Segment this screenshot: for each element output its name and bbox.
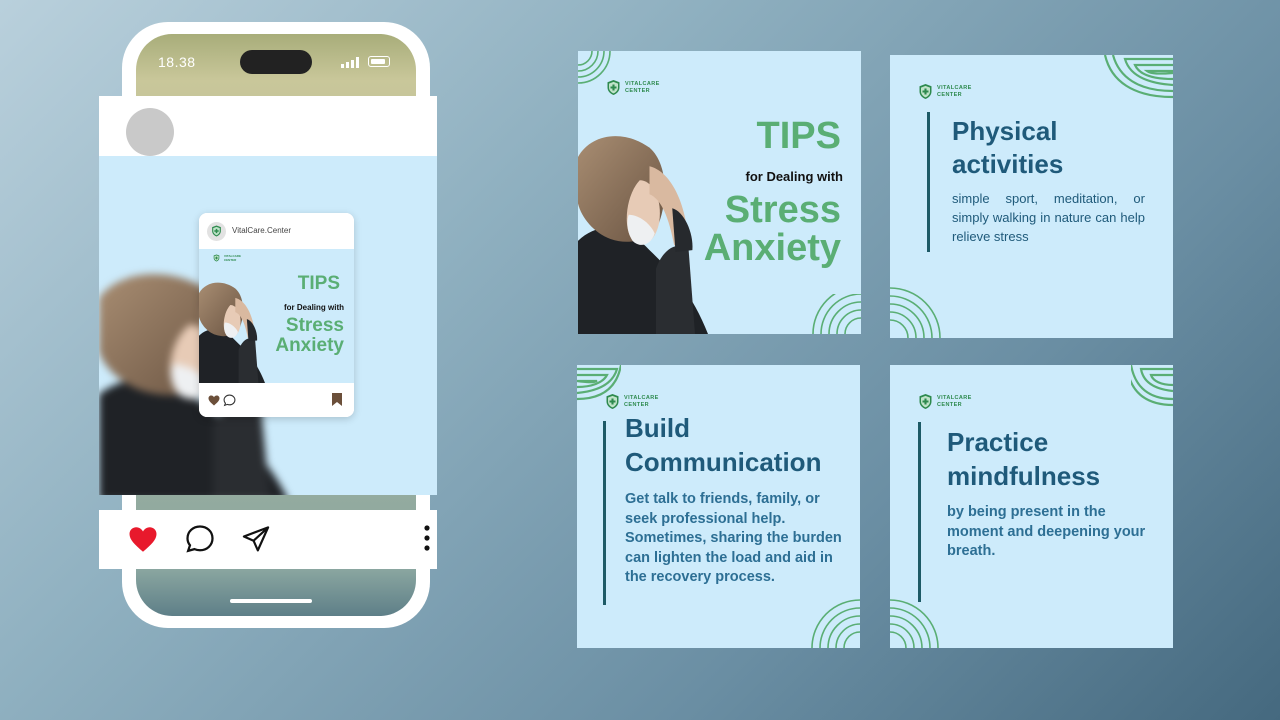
cover-headline-2: Anxiety — [703, 227, 841, 269]
shield-logo-icon — [606, 79, 621, 96]
account-avatar[interactable] — [207, 222, 226, 241]
shield-logo-icon — [213, 254, 220, 262]
stripes-decoration — [1103, 55, 1173, 99]
accent-bar — [603, 421, 606, 605]
shield-logo-icon — [605, 393, 620, 410]
tip-title: Practice mindfulness — [947, 427, 1101, 491]
cover-headline-1: Stress — [724, 189, 841, 231]
tile-physical-activities[interactable]: VITALCARE CENTER Physical activities simpl… — [890, 55, 1173, 338]
accent-bar — [927, 112, 930, 252]
heart-icon[interactable] — [208, 395, 220, 406]
send-icon[interactable] — [241, 525, 271, 554]
arc-decoration — [890, 599, 939, 648]
heart-icon[interactable] — [128, 526, 158, 553]
post-action-bar — [99, 510, 437, 569]
brand-logo: VITALCARE CENTER — [213, 254, 241, 262]
status-time: 18.38 — [158, 54, 196, 70]
signal-icon — [341, 57, 359, 68]
avatar[interactable] — [126, 108, 174, 156]
brand-logo: VITALCARE CENTER — [606, 79, 660, 96]
embedded-post-image: VITALCARE CENTER TIPS for Dealing with St… — [199, 249, 354, 383]
brand-logo: VITALCARE CENTER — [605, 393, 659, 410]
tile-practice-mindfulness[interactable]: VITALCARE CENTER Practice mindfulness by b… — [890, 365, 1173, 648]
tile-cover[interactable]: VITALCARE CENTER TIPS for Dealing with St… — [578, 51, 861, 334]
shield-logo-icon — [918, 393, 933, 410]
woman-photo — [578, 129, 708, 334]
embedded-post-actions — [199, 383, 354, 417]
tip-title: Physical activities — [952, 116, 1064, 179]
cover-subtitle: for Dealing with — [284, 303, 344, 312]
shield-logo-icon — [211, 225, 222, 237]
woman-photo — [199, 279, 265, 383]
cover-title: TIPS — [756, 115, 841, 157]
battery-icon — [368, 56, 390, 67]
embedded-post-card[interactable]: VitalCare.Center VITALCARE CENTER TIPS fo… — [199, 213, 354, 417]
home-indicator[interactable] — [230, 599, 312, 603]
brand-logo: VITALCARE CENTER — [918, 83, 972, 100]
tip-body: by being present in the moment and deepe… — [947, 504, 1146, 559]
arc-decoration — [890, 287, 941, 338]
dynamic-island — [240, 50, 312, 74]
brand-logo: VITALCARE CENTER — [918, 393, 972, 410]
cover-subtitle: for Dealing with — [745, 169, 844, 184]
cover-headline-2: Anxiety — [275, 335, 344, 356]
shield-logo-icon — [918, 83, 933, 100]
tip-title: Build Communication — [625, 413, 822, 477]
account-name[interactable]: VitalCare.Center — [232, 226, 291, 235]
more-icon[interactable] — [423, 524, 431, 552]
comment-icon[interactable] — [223, 394, 236, 407]
stripes-decoration — [1131, 365, 1173, 407]
accent-bar — [918, 422, 921, 602]
bookmark-icon[interactable] — [332, 393, 342, 406]
comment-icon[interactable] — [185, 524, 215, 554]
arc-decoration — [811, 599, 860, 648]
tip-body: Get talk to friends, family, or seek pro… — [625, 491, 842, 585]
tile-build-communication[interactable]: VITALCARE CENTER Build Communication Get t… — [577, 365, 860, 648]
tip-body: simple sport, meditation, or simply walk… — [952, 191, 1145, 244]
cover-headline-1: Stress — [285, 315, 344, 336]
cover-title: TIPS — [297, 273, 340, 294]
arc-decoration — [812, 294, 861, 334]
